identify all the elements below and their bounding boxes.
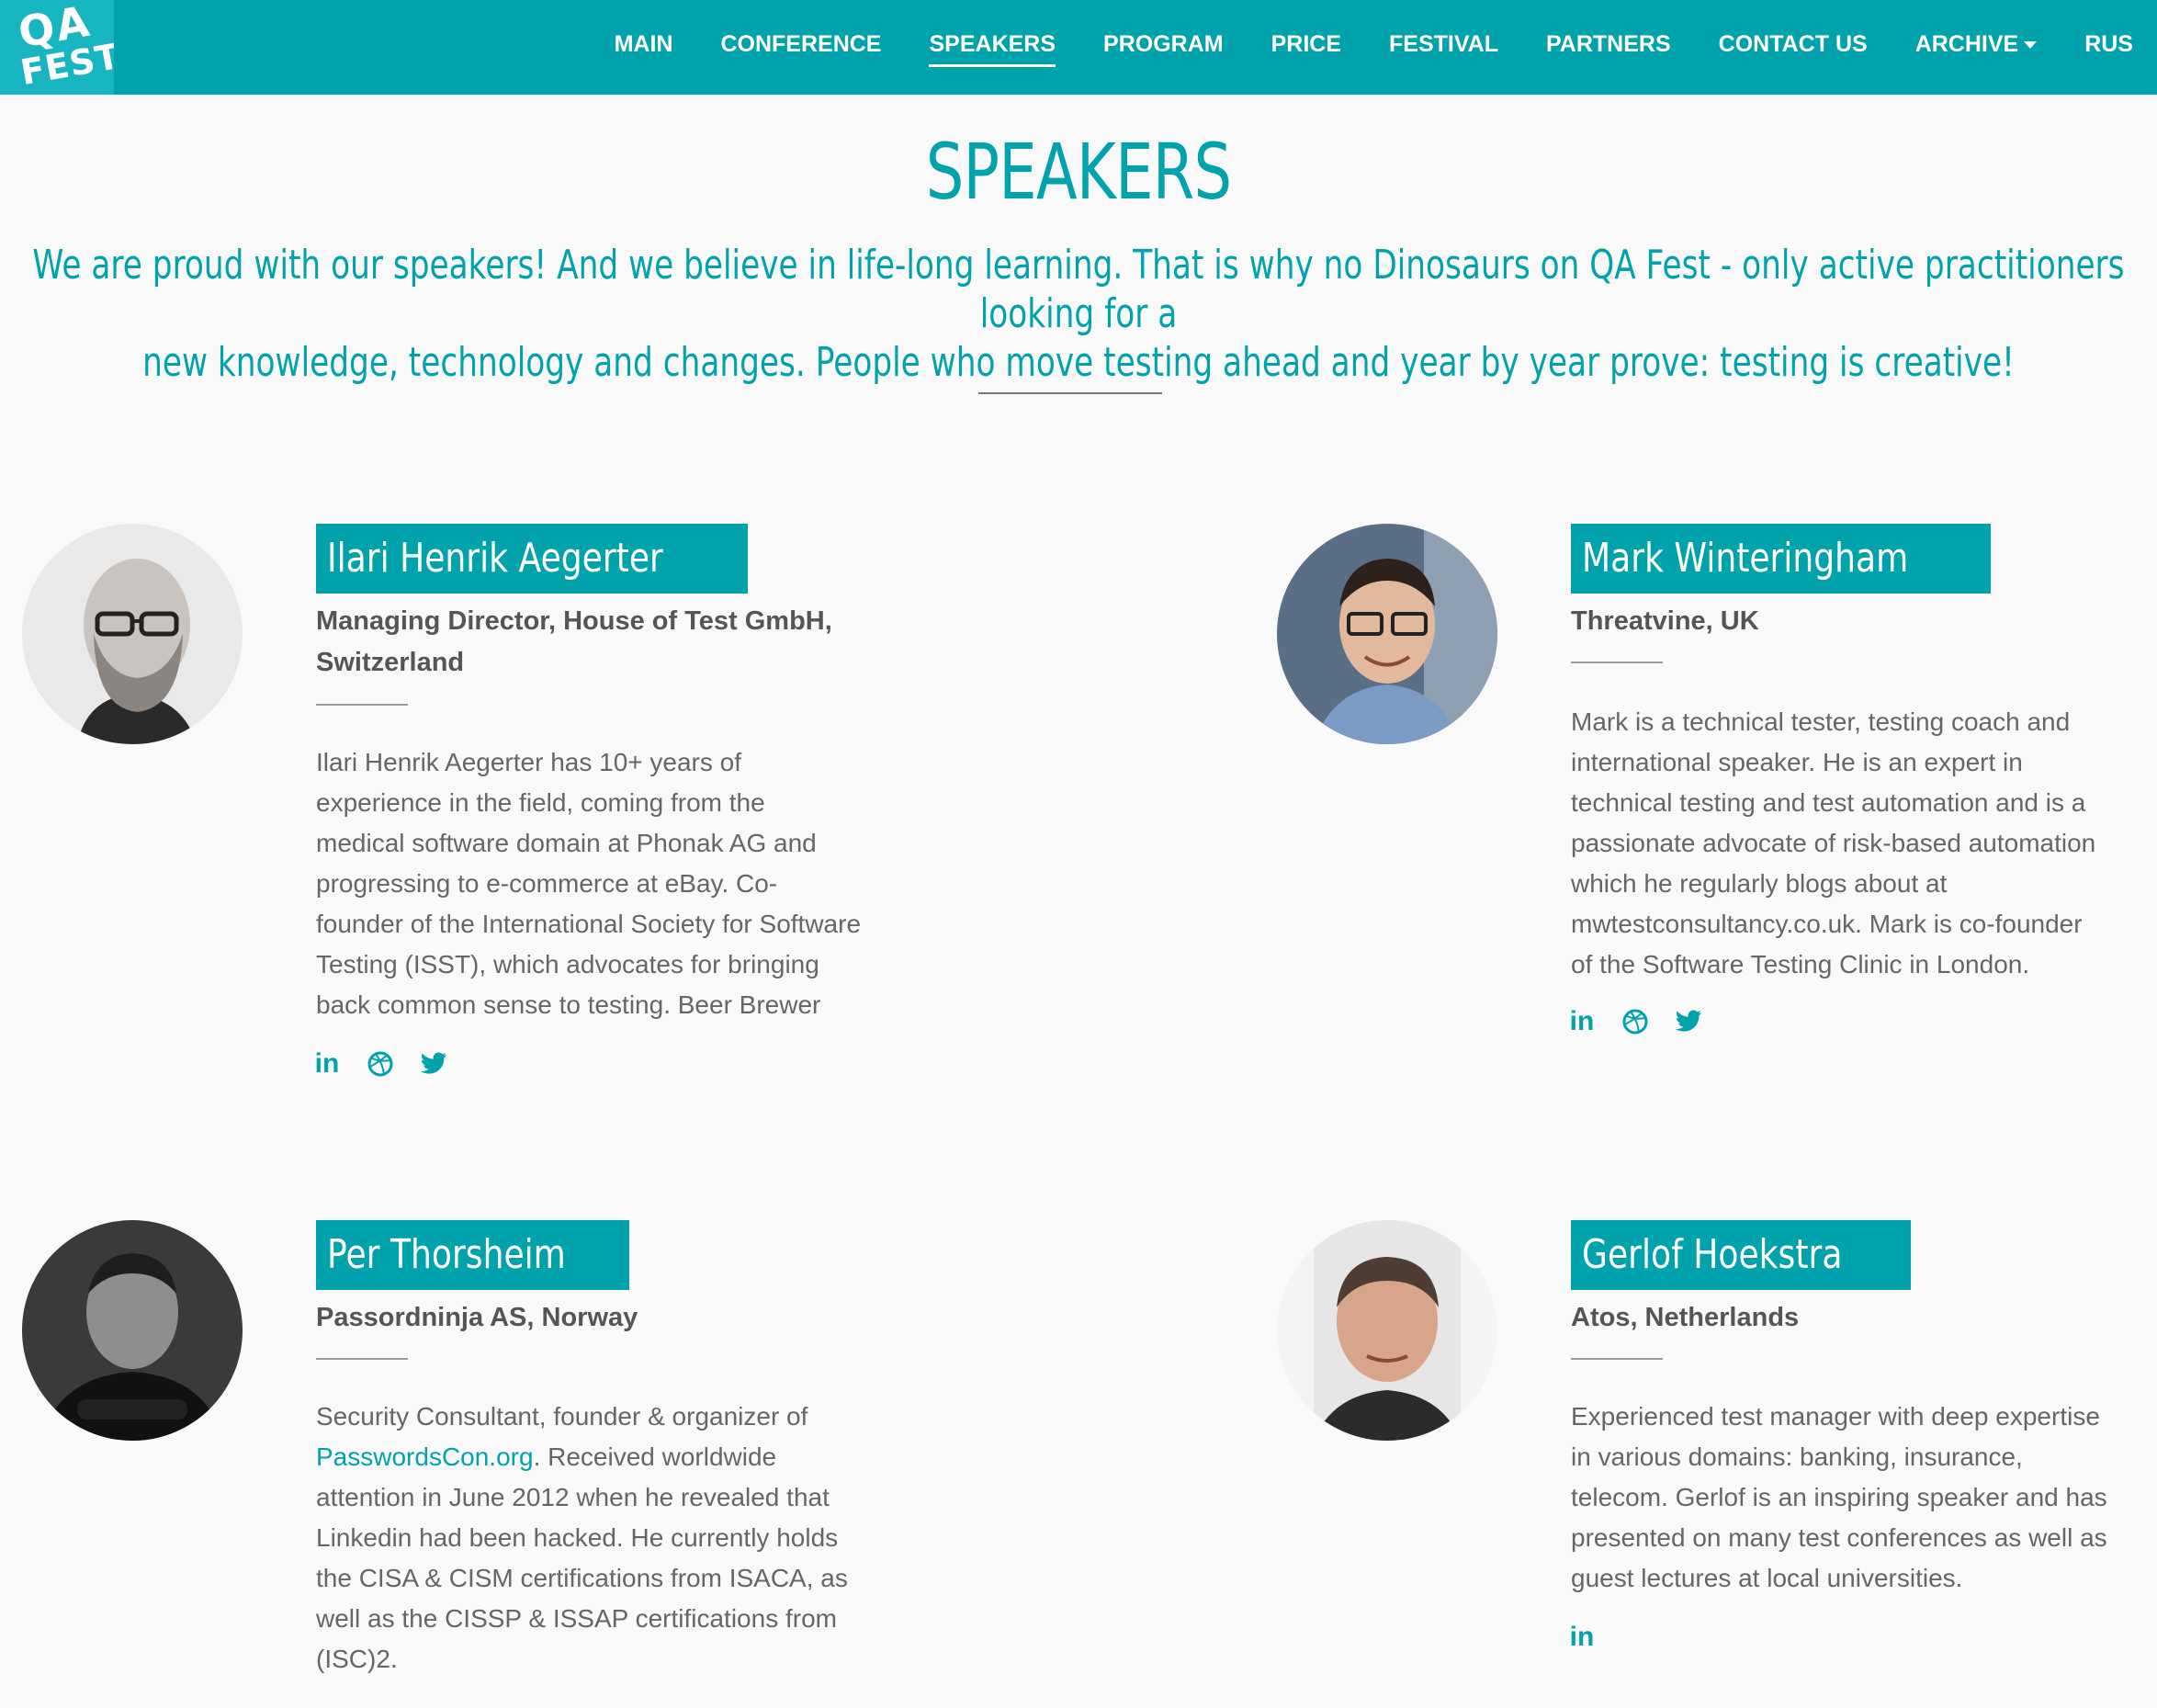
intro-line-2: new knowledge, technology and changes. P…	[142, 339, 2015, 386]
nav-program[interactable]: PROGRAM	[1079, 0, 1248, 95]
speaker-company-mark: Threatvine, UK	[1571, 601, 1759, 642]
bio-text: . Received worldwide	[533, 1442, 777, 1471]
bio-line: Ilari Henrik Aegerter has 10+ years of	[316, 748, 742, 776]
bio-line: the CISA & CISM certifications from ISAC…	[316, 1564, 848, 1592]
qa-fest-logo[interactable]: QA FEST	[0, 0, 114, 95]
nav-main[interactable]: MAIN	[591, 0, 697, 95]
bio-line: Mark is a technical tester, testing coac…	[1571, 707, 2071, 736]
speaker-company-ilari: Managing Director, House of Test GmbH, S…	[316, 601, 832, 684]
main-nav: MAIN CONFERENCE SPEAKERS PROGRAM PRICE F…	[591, 0, 2157, 95]
bio-line: which he regularly blogs about at	[1571, 869, 1948, 898]
bio-line: mwtestconsultancy.co.uk. Mark is co-foun…	[1571, 910, 2083, 938]
intro-line-1: We are proud with our speakers! And we b…	[32, 242, 2125, 337]
speaker-name-per-text: Per Thorsheim	[327, 1231, 566, 1278]
bio-line: (ISC)2.	[316, 1645, 398, 1673]
nav-archive-label: ARCHIVE	[1914, 31, 2019, 57]
speaker-bio-gerlof: Experienced test manager with deep exper…	[1571, 1397, 2140, 1599]
nav-speakers[interactable]: SPEAKERS	[905, 0, 1079, 95]
bio-text: Security Consultant, founder & organizer…	[316, 1402, 808, 1431]
speaker-bio-per: Security Consultant, founder & organizer…	[316, 1397, 886, 1680]
dribbble-icon[interactable]	[1621, 1007, 1650, 1036]
nav-archive[interactable]: ARCHIVE	[1892, 0, 2061, 95]
bio-line: progressing to e-commerce at eBay. Co-	[316, 869, 778, 898]
bio-line: Security Consultant, founder & organizer…	[316, 1397, 886, 1437]
speaker-name-mark[interactable]: Mark Winteringham	[1571, 524, 1992, 594]
intro-text: We are proud with our speakers! And we b…	[22, 241, 2134, 387]
nav-conference[interactable]: CONFERENCE	[696, 0, 905, 95]
bio-line: PasswordsCon.org. Received worldwide	[316, 1437, 886, 1477]
speaker-name-gerlof[interactable]: Gerlof Hoekstra	[1571, 1220, 1911, 1290]
bio-line: presented on many test conferences as we…	[1571, 1523, 2107, 1552]
twitter-icon[interactable]	[1674, 1007, 1703, 1036]
speaker-name-per[interactable]: Per Thorsheim	[316, 1220, 629, 1290]
top-navbar: QA FEST MAIN CONFERENCE SPEAKERS PROGRAM…	[0, 0, 2157, 95]
nav-price[interactable]: PRICE	[1248, 0, 1365, 95]
speaker-socials-gerlof: in	[1567, 1622, 1597, 1652]
nav-partners[interactable]: PARTNERS	[1522, 0, 1695, 95]
speaker-name-ilari[interactable]: Ilari Henrik Aegerter	[316, 524, 749, 594]
bio-line: well as the CISSP & ISSAP certifications…	[316, 1604, 837, 1633]
linkedin-icon[interactable]: in	[312, 1048, 342, 1079]
bio-line: attention in June 2012 when he revealed …	[316, 1483, 830, 1511]
speaker-socials-ilari: in	[312, 1048, 448, 1079]
bio-line: guest lectures at local universities.	[1571, 1564, 1963, 1592]
bio-line: back common sense to testing. Beer Brewe…	[316, 990, 821, 1019]
section-divider	[978, 392, 1162, 394]
passwordscon-link[interactable]: PasswordsCon.org	[316, 1442, 534, 1471]
speaker-divider-ilari	[316, 704, 408, 706]
bio-line: experience in the field, coming from the	[316, 788, 765, 817]
speaker-company-gerlof-line1: Atos, Netherlands	[1571, 1303, 1800, 1332]
bio-line: founder of the International Society for…	[316, 910, 862, 938]
linkedin-icon[interactable]: in	[1567, 1006, 1597, 1036]
speaker-name-gerlof-text: Gerlof Hoekstra	[1582, 1231, 1843, 1278]
speaker-socials-mark: in	[1567, 1006, 1703, 1036]
speaker-bio-mark: Mark is a technical tester, testing coac…	[1571, 702, 2140, 985]
speaker-company-ilari-line2: Switzerland	[316, 648, 465, 677]
speaker-photo-ilari	[22, 524, 243, 744]
speaker-bio-ilari: Ilari Henrik Aegerter has 10+ years of e…	[316, 742, 886, 1025]
speaker-name-ilari-text: Ilari Henrik Aegerter	[327, 535, 663, 582]
speaker-photo-gerlof	[1277, 1220, 1497, 1441]
bio-line: Linkedin had been hacked. He currently h…	[316, 1523, 839, 1552]
twitter-icon[interactable]	[419, 1049, 448, 1079]
speaker-name-mark-text: Mark Winteringham	[1582, 535, 1909, 582]
speaker-divider-mark	[1571, 662, 1663, 663]
speaker-photo-mark	[1277, 524, 1497, 744]
speaker-company-per: Passordninja AS, Norway	[316, 1297, 638, 1339]
speaker-divider-per	[316, 1358, 408, 1360]
bio-line: in various domains: banking, insurance,	[1571, 1442, 2023, 1471]
bio-line: passionate advocate of risk-based automa…	[1571, 829, 2096, 857]
nav-language-rus[interactable]: RUS	[2061, 0, 2157, 95]
nav-contact-us[interactable]: CONTACT US	[1695, 0, 1892, 95]
bio-line: medical software domain at Phonak AG and	[316, 829, 817, 857]
page-title: SPEAKERS	[925, 127, 1232, 217]
dribbble-icon[interactable]	[366, 1049, 395, 1079]
bio-line: telecom. Gerlof is an inspiring speaker …	[1571, 1483, 2107, 1511]
speaker-photo-per	[22, 1220, 243, 1441]
caret-down-icon	[2024, 41, 2038, 50]
bio-line: international speaker. He is an expert i…	[1571, 748, 2023, 776]
speaker-company-per-line1: Passordninja AS, Norway	[316, 1303, 638, 1332]
bio-line: of the Software Testing Clinic in London…	[1571, 950, 2030, 978]
nav-festival[interactable]: FESTIVAL	[1365, 0, 1522, 95]
speaker-company-ilari-line1: Managing Director, House of Test GmbH,	[316, 606, 832, 636]
bio-line: Experienced test manager with deep exper…	[1571, 1402, 2100, 1431]
speaker-company-gerlof: Atos, Netherlands	[1571, 1297, 1799, 1339]
bio-line: Testing (ISST), which advocates for brin…	[316, 950, 819, 978]
linkedin-icon[interactable]: in	[1567, 1622, 1597, 1652]
speaker-company-mark-line1: Threatvine, UK	[1571, 606, 1759, 636]
speaker-divider-gerlof	[1571, 1358, 1663, 1360]
bio-line: technical testing and test automation an…	[1571, 788, 2086, 817]
